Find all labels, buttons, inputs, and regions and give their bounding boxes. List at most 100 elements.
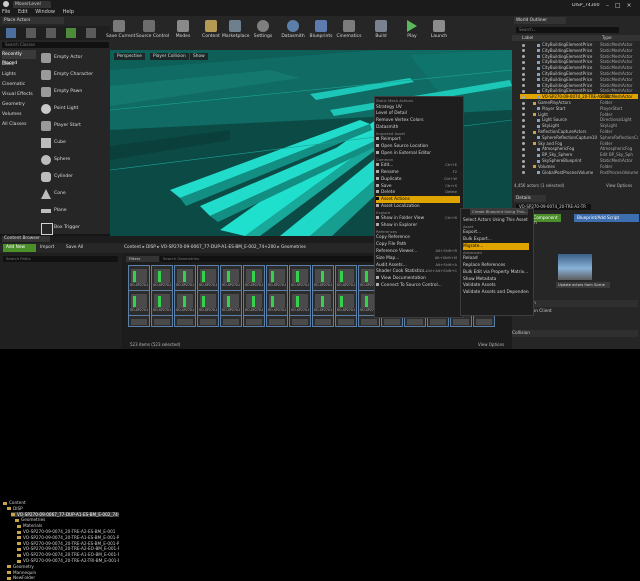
- visibility-eye-icon[interactable]: [522, 113, 525, 117]
- outliner-view-options[interactable]: View Options: [606, 183, 632, 188]
- asset-thumbnail[interactable]: VO-SP270-09-0067: [243, 290, 265, 316]
- asset-thumbnail[interactable]: [174, 315, 196, 327]
- search-content-input[interactable]: Search Geometries: [160, 256, 373, 262]
- content-browser-tab[interactable]: Content Browser: [2, 236, 50, 242]
- place-item[interactable]: Box Trigger: [40, 221, 106, 235]
- visibility-eye-icon[interactable]: [522, 136, 525, 140]
- asset-thumbnail[interactable]: VO-SP270-09-0067: [266, 265, 288, 291]
- visibility-eye-icon[interactable]: [522, 153, 525, 157]
- visibility-eye-icon[interactable]: [522, 49, 525, 53]
- visibility-eye-icon[interactable]: [522, 142, 525, 146]
- breadcrumb-item[interactable]: VO-SP270-09-0067_77-DUP-A1-ES-BM_E-002_7…: [161, 245, 276, 250]
- modes-button[interactable]: Modes: [170, 20, 196, 46]
- asset-thumbnail[interactable]: VO-SP270-09-0067: [312, 265, 334, 291]
- maximize-icon[interactable]: □: [615, 2, 621, 9]
- asset-thumbnail[interactable]: VO-SP270-09-0067: [289, 265, 311, 291]
- details-row[interactable]: Collision: [512, 330, 638, 337]
- place-item[interactable]: Sphere: [40, 153, 106, 167]
- launch-button[interactable]: Launch: [426, 20, 452, 46]
- outliner-row[interactable]: Sky and Fog Folder: [520, 141, 638, 146]
- asset-thumbnail[interactable]: [151, 315, 173, 327]
- outliner-row[interactable]: ReflectionCaptureActors Folder: [520, 129, 638, 134]
- asset-thumbnail[interactable]: VO-SP270-09-0067: [243, 265, 265, 291]
- outliner-row[interactable]: Light Source DirectionalLight: [520, 117, 638, 122]
- outliner-row[interactable]: CityBuildingElementPrice StaticMeshActor: [520, 71, 638, 76]
- cat-volumes[interactable]: Volumes: [2, 110, 36, 119]
- search-paths-input[interactable]: Search Paths: [3, 256, 118, 262]
- outliner-row[interactable]: BP_Sky_Sphere Edit BP_Sky_Sph: [520, 152, 638, 157]
- play-button[interactable]: Play: [399, 20, 425, 46]
- outliner-row[interactable]: Player Start PlayerStart: [520, 106, 638, 111]
- visibility-eye-icon[interactable]: [522, 124, 525, 128]
- outliner-row[interactable]: CityBuildingElementPrice StaticMeshActor: [520, 48, 638, 53]
- cat-geometry[interactable]: Geometry: [2, 100, 36, 109]
- place-item[interactable]: Empty Character: [40, 68, 106, 82]
- menu-edit[interactable]: Edit: [18, 9, 28, 15]
- menu-help[interactable]: Help: [63, 9, 74, 15]
- outliner-row[interactable]: Volumes Folder: [520, 164, 638, 169]
- source-control-button[interactable]: Source Control: [136, 20, 169, 46]
- breadcrumb-item[interactable]: Content: [124, 245, 141, 250]
- outliner-row[interactable]: Light Folder: [520, 112, 638, 117]
- place-item[interactable]: Player Start: [40, 119, 106, 133]
- asset-thumbnail[interactable]: VO-SP270-09-0067: [220, 265, 242, 291]
- visibility-eye-icon[interactable]: [522, 165, 525, 169]
- outliner-row[interactable]: GamePlayActors Folder: [520, 100, 638, 105]
- paint-mode-icon[interactable]: [26, 28, 36, 38]
- place-item[interactable]: Cone: [40, 187, 106, 201]
- asset-thumbnail[interactable]: VO-SP270-09-0067: [289, 290, 311, 316]
- visibility-eye-icon[interactable]: [522, 89, 525, 93]
- place-item[interactable]: Plane: [40, 204, 106, 218]
- visibility-eye-icon[interactable]: [522, 95, 525, 99]
- asset-thumbnail[interactable]: VO-SP270-09-0067: [197, 290, 219, 316]
- asset-thumbnail[interactable]: [197, 315, 219, 327]
- minimize-icon[interactable]: –: [606, 2, 609, 9]
- submenu-item[interactable]: Validate Assets and Dependencies: [463, 289, 529, 296]
- viewport-view-mode-button[interactable]: Player Collision: [150, 53, 189, 60]
- breadcrumb-item[interactable]: Geometries: [281, 245, 306, 250]
- place-actors-tab[interactable]: Place Actors: [2, 17, 64, 24]
- add-new-button[interactable]: Add New: [3, 244, 36, 252]
- place-item[interactable]: Empty Pawn: [40, 85, 106, 99]
- place-item[interactable]: Empty Actor: [40, 51, 106, 65]
- save-current-button[interactable]: Save Current: [106, 20, 135, 46]
- visibility-eye-icon[interactable]: [522, 130, 525, 134]
- asset-thumbnail[interactable]: VO-SP270-09-0067: [128, 265, 150, 291]
- asset-thumbnail[interactable]: VO-SP270-09-0067: [128, 290, 150, 316]
- outliner-row[interactable]: SkySphereBlueprint StaticMeshActor: [520, 158, 638, 163]
- asset-thumbnail[interactable]: [266, 315, 288, 327]
- cat-all-classes[interactable]: All Classes: [2, 120, 36, 129]
- outliner-search-input[interactable]: Search...: [516, 27, 619, 33]
- place-item[interactable]: Point Light: [40, 102, 106, 116]
- cinematics-button[interactable]: Cinematics: [336, 20, 362, 46]
- asset-thumbnail[interactable]: [312, 315, 334, 327]
- filters-button[interactable]: Filters: [126, 256, 159, 262]
- visibility-eye-icon[interactable]: [522, 66, 525, 70]
- cat-lights[interactable]: Lights: [2, 70, 36, 79]
- update-actors-button[interactable]: Update actors from Scene: [556, 282, 610, 288]
- asset-thumbnail[interactable]: VO-SP270-09-0067: [335, 290, 357, 316]
- place-item[interactable]: Cylinder: [40, 170, 106, 184]
- build-button[interactable]: Build: [368, 20, 394, 46]
- asset-thumbnail[interactable]: [335, 315, 357, 327]
- outliner-row[interactable]: CityBuildingElementPrice StaticMeshActor: [520, 77, 638, 82]
- place-item[interactable]: Cube: [40, 136, 106, 150]
- menu-file[interactable]: File: [2, 9, 10, 15]
- asset-thumbnail[interactable]: VO-SP270-09-0067: [174, 265, 196, 291]
- content-view-options[interactable]: View Options: [478, 342, 504, 347]
- outliner-row[interactable]: GlobalPostProcessVolume PostProcessVolume: [520, 170, 638, 175]
- viewport-perspective-button[interactable]: Perspective: [114, 53, 145, 60]
- marketplace-button[interactable]: Marketplace: [222, 20, 250, 46]
- asset-thumbnail[interactable]: VO-SP270-09-0067: [266, 290, 288, 316]
- outliner-row[interactable]: SphereReflectionCapture10 SphereReflectio…: [520, 135, 638, 140]
- details-tab[interactable]: Details: [514, 195, 546, 202]
- place-mode-icon[interactable]: [6, 28, 16, 38]
- foliage-mode-icon[interactable]: [66, 28, 76, 38]
- content-button[interactable]: Content: [198, 20, 224, 46]
- geometry-mode-icon[interactable]: [86, 28, 96, 38]
- visibility-eye-icon[interactable]: [522, 159, 525, 163]
- viewport-show-button[interactable]: Show: [190, 53, 208, 60]
- asset-thumbnail[interactable]: [289, 315, 311, 327]
- visibility-eye-icon[interactable]: [522, 171, 525, 175]
- outliner-row[interactable]: CityBuildingElementPrice StaticMeshActor: [520, 88, 638, 93]
